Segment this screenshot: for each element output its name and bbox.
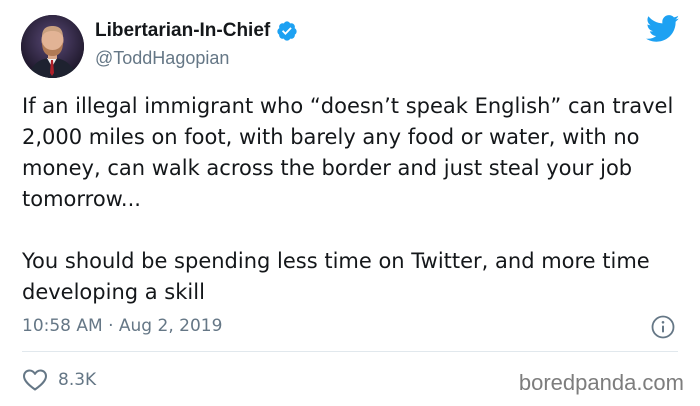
- like-button[interactable]: 8.3K: [22, 368, 96, 392]
- author-name-row: Libertarian-In-Chief: [95, 20, 298, 42]
- author-handle[interactable]: @ToddHagopian: [95, 48, 229, 69]
- tweet-text: If an illegal immigrant who “doesn’t spe…: [22, 91, 682, 308]
- divider: [22, 351, 678, 352]
- tweet-paragraph: If an illegal immigrant who “doesn’t spe…: [22, 94, 674, 211]
- tweet-timestamp[interactable]: 10:58 AM · Aug 2, 2019: [22, 316, 222, 336]
- twitter-bird-icon[interactable]: [646, 15, 680, 43]
- tweet-card: Libertarian-In-Chief @ToddHagopian If an…: [0, 0, 700, 406]
- verified-badge-icon: [277, 21, 297, 41]
- heart-icon: [23, 369, 47, 391]
- like-count: 8.3K: [58, 370, 97, 390]
- author-display-name[interactable]: Libertarian-In-Chief: [95, 20, 270, 42]
- watermark: boredpanda.com: [518, 370, 684, 395]
- info-icon[interactable]: [651, 315, 675, 339]
- avatar[interactable]: [21, 15, 84, 78]
- tweet-paragraph: You should be spending less time on Twit…: [22, 249, 650, 304]
